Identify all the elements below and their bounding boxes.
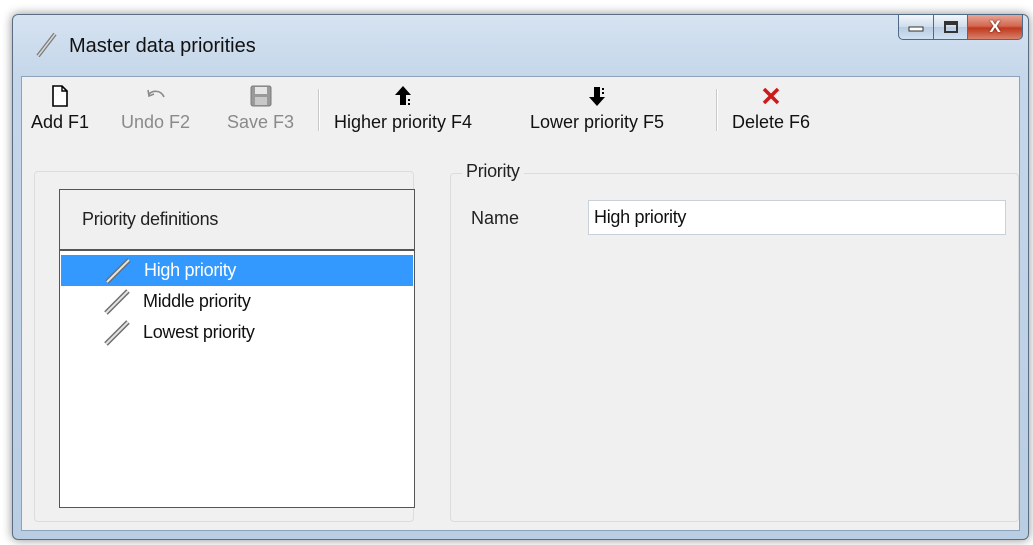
minimize-icon: [908, 26, 924, 32]
lower-priority-button[interactable]: Lower priority F5: [530, 83, 664, 137]
delete-button[interactable]: Delete F6: [732, 83, 810, 137]
maximize-icon: [943, 21, 958, 33]
pencil-icon: [103, 319, 131, 352]
window-title: Master data priorities: [69, 35, 256, 57]
red-x-icon: [761, 83, 781, 109]
list-item[interactable]: Middle priority: [60, 286, 414, 317]
toolbar-separator: [716, 89, 718, 131]
pencil-icon: [35, 31, 59, 59]
list-header: Priority definitions: [60, 190, 414, 251]
higher-priority-button[interactable]: Higher priority F4: [334, 83, 472, 137]
arrow-down-icon: [587, 83, 607, 109]
close-button[interactable]: X: [968, 14, 1023, 40]
name-label: Name: [471, 208, 520, 228]
toolbar: Add F1 Undo F2 Save F3 Higher priority F…: [22, 77, 1019, 143]
undo-button[interactable]: Undo F2: [121, 83, 190, 137]
toolbar-separator: [318, 89, 320, 131]
priority-group-title: Priority: [462, 161, 524, 182]
new-page-icon: [51, 83, 69, 109]
list-item[interactable]: Lowest priority: [60, 317, 414, 348]
save-button[interactable]: Save F3: [227, 83, 294, 137]
list-item[interactable]: High priority: [61, 255, 413, 286]
floppy-disk-icon: [250, 83, 272, 109]
arrow-up-icon: [393, 83, 413, 109]
maximize-button[interactable]: [934, 14, 968, 40]
title-bar[interactable]: Master data priorities X: [13, 14, 1028, 76]
minimize-button[interactable]: [898, 14, 934, 40]
close-icon: X: [989, 17, 1001, 36]
priority-definitions-list[interactable]: Priority definitions High priority Middl…: [59, 189, 415, 508]
name-field[interactable]: [588, 200, 1006, 235]
undo-icon: [145, 83, 167, 109]
caption-buttons: X: [898, 14, 1023, 40]
add-button[interactable]: Add F1: [31, 83, 89, 137]
